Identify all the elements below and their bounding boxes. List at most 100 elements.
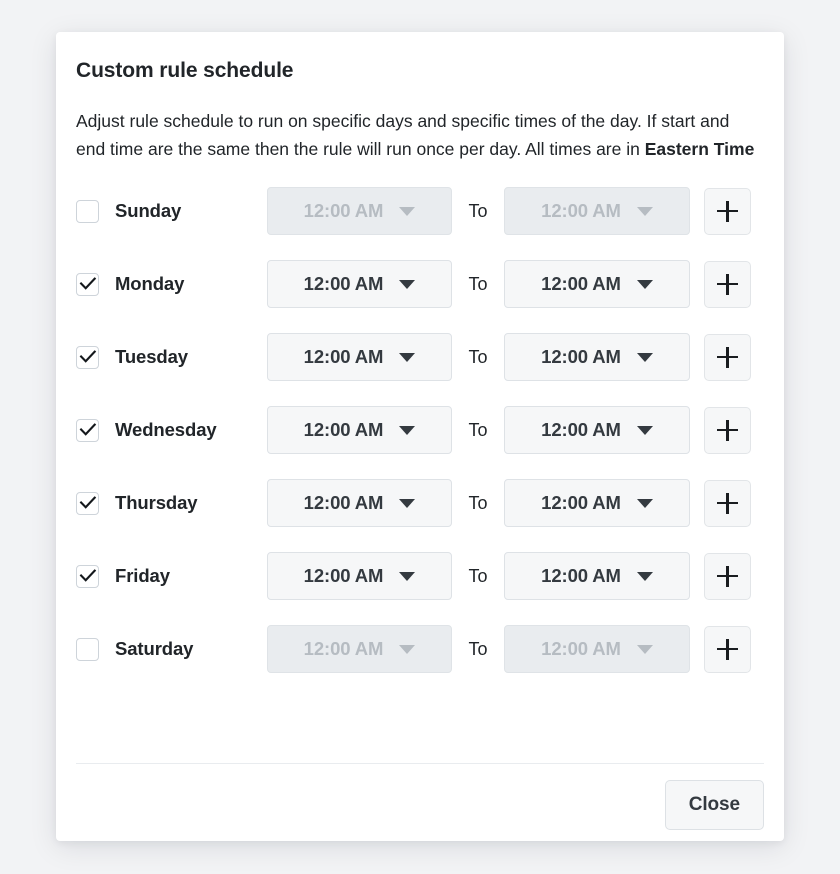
day-label-tuesday: Tuesday: [115, 346, 188, 368]
chevron-down-icon: [399, 352, 416, 362]
start-time-select-monday[interactable]: 12:00 AM: [267, 260, 452, 309]
day-label-saturday: Saturday: [115, 638, 194, 660]
start-time-select-wednesday[interactable]: 12:00 AM: [267, 406, 452, 455]
start-time-value: 12:00 AM: [303, 492, 384, 514]
end-time-value: 12:00 AM: [541, 273, 621, 295]
schedule-row-tuesday: Tuesday 12:00 AM To 12:00 AM: [76, 333, 764, 382]
to-label-friday: To: [468, 565, 488, 586]
check-icon: [79, 423, 96, 436]
add-time-range-button-tuesday[interactable]: [704, 333, 751, 381]
start-time-value: 12:00 AM: [303, 638, 384, 660]
check-icon: [79, 350, 96, 363]
dialog-footer: Close: [76, 780, 764, 830]
end-time-select-monday[interactable]: 12:00 AM: [504, 260, 690, 309]
start-time-value: 12:00 AM: [303, 346, 384, 368]
start-time-select-tuesday[interactable]: 12:00 AM: [267, 333, 452, 382]
start-time-value: 12:00 AM: [303, 273, 384, 295]
to-label-thursday: To: [468, 492, 488, 513]
footer-divider: [76, 763, 764, 764]
chevron-down-icon: [636, 206, 653, 216]
page-root: Custom rule schedule Adjust rule schedul…: [0, 0, 840, 874]
plus-icon: [726, 346, 729, 368]
to-label-monday: To: [468, 273, 488, 294]
start-time-value: 12:00 AM: [303, 565, 384, 587]
end-time-value: 12:00 AM: [541, 200, 621, 222]
add-time-range-button-saturday[interactable]: [704, 625, 751, 673]
end-time-value: 12:00 AM: [541, 565, 621, 587]
check-icon: [79, 569, 96, 582]
check-icon: [79, 496, 96, 509]
close-button[interactable]: Close: [664, 780, 764, 830]
start-time-select-thursday[interactable]: 12:00 AM: [267, 479, 452, 528]
plus-icon: [726, 419, 729, 441]
plus-icon: [726, 273, 729, 295]
add-time-range-button-monday[interactable]: [704, 260, 751, 308]
to-label-sunday: To: [468, 200, 488, 221]
to-label-tuesday: To: [468, 346, 488, 367]
add-time-range-button-wednesday[interactable]: [704, 406, 751, 454]
day-checkbox-saturday[interactable]: [76, 637, 99, 661]
end-time-select-friday[interactable]: 12:00 AM: [504, 552, 690, 601]
start-time-select-friday[interactable]: 12:00 AM: [267, 552, 452, 601]
timezone-label: Eastern Time: [644, 139, 755, 160]
start-time-value: 12:00 AM: [303, 200, 384, 222]
dialog-description: Adjust rule schedule to run on specific …: [76, 107, 756, 163]
plus-icon: [726, 565, 729, 587]
schedule-row-sunday: Sunday 12:00 AM To 12:00 AM: [76, 187, 764, 236]
end-time-value: 12:00 AM: [541, 346, 621, 368]
check-icon: [79, 277, 96, 290]
day-label-thursday: Thursday: [115, 492, 198, 514]
dialog-body: Custom rule schedule Adjust rule schedul…: [56, 32, 784, 698]
day-checkbox-monday[interactable]: [76, 272, 99, 296]
description-text: Adjust rule schedule to run on specific …: [76, 111, 730, 160]
day-label-sunday: Sunday: [115, 200, 182, 222]
schedule-row-thursday: Thursday 12:00 AM To 12:00 AM: [76, 479, 764, 528]
chevron-down-icon: [399, 644, 416, 654]
end-time-select-tuesday[interactable]: 12:00 AM: [504, 333, 690, 382]
plus-icon: [726, 200, 729, 222]
plus-icon: [726, 638, 729, 660]
custom-rule-schedule-dialog: Custom rule schedule Adjust rule schedul…: [56, 32, 784, 841]
plus-icon: [726, 492, 729, 514]
chevron-down-icon: [399, 571, 416, 581]
day-checkbox-thursday[interactable]: [76, 491, 99, 515]
schedule-row-friday: Friday 12:00 AM To 12:00 AM: [76, 552, 764, 601]
add-time-range-button-friday[interactable]: [704, 552, 751, 600]
start-time-select-sunday: 12:00 AM: [267, 187, 452, 236]
end-time-value: 12:00 AM: [541, 638, 621, 660]
page-title: Custom rule schedule: [76, 59, 294, 82]
chevron-down-icon: [399, 425, 416, 435]
schedule-row-saturday: Saturday 12:00 AM To 12:00 AM: [76, 625, 764, 674]
chevron-down-icon: [636, 279, 653, 289]
to-label-wednesday: To: [468, 419, 488, 440]
chevron-down-icon: [399, 206, 416, 216]
schedule-row-wednesday: Wednesday 12:00 AM To 12:00 AM: [76, 406, 764, 455]
chevron-down-icon: [636, 644, 653, 654]
start-time-select-saturday: 12:00 AM: [267, 625, 452, 674]
day-checkbox-sunday[interactable]: [76, 199, 99, 223]
day-label-friday: Friday: [115, 565, 170, 587]
chevron-down-icon: [399, 279, 416, 289]
chevron-down-icon: [636, 425, 653, 435]
add-time-range-button-sunday[interactable]: [704, 187, 751, 235]
end-time-select-saturday: 12:00 AM: [504, 625, 690, 674]
end-time-select-wednesday[interactable]: 12:00 AM: [504, 406, 690, 455]
chevron-down-icon: [636, 571, 653, 581]
end-time-value: 12:00 AM: [541, 419, 621, 441]
start-time-value: 12:00 AM: [303, 419, 384, 441]
add-time-range-button-thursday[interactable]: [704, 479, 751, 527]
day-label-wednesday: Wednesday: [115, 419, 217, 441]
chevron-down-icon: [399, 498, 416, 508]
day-checkbox-wednesday[interactable]: [76, 418, 99, 442]
end-time-select-sunday: 12:00 AM: [504, 187, 690, 236]
chevron-down-icon: [636, 498, 653, 508]
schedule-rows: Sunday 12:00 AM To 12:00 AM Monday 12:00 AM To…: [76, 187, 764, 674]
end-time-select-thursday[interactable]: 12:00 AM: [504, 479, 690, 528]
end-time-value: 12:00 AM: [541, 492, 621, 514]
day-label-monday: Monday: [115, 273, 185, 295]
day-checkbox-friday[interactable]: [76, 564, 99, 588]
day-checkbox-tuesday[interactable]: [76, 345, 99, 369]
schedule-row-monday: Monday 12:00 AM To 12:00 AM: [76, 260, 764, 309]
to-label-saturday: To: [468, 638, 488, 659]
chevron-down-icon: [636, 352, 653, 362]
